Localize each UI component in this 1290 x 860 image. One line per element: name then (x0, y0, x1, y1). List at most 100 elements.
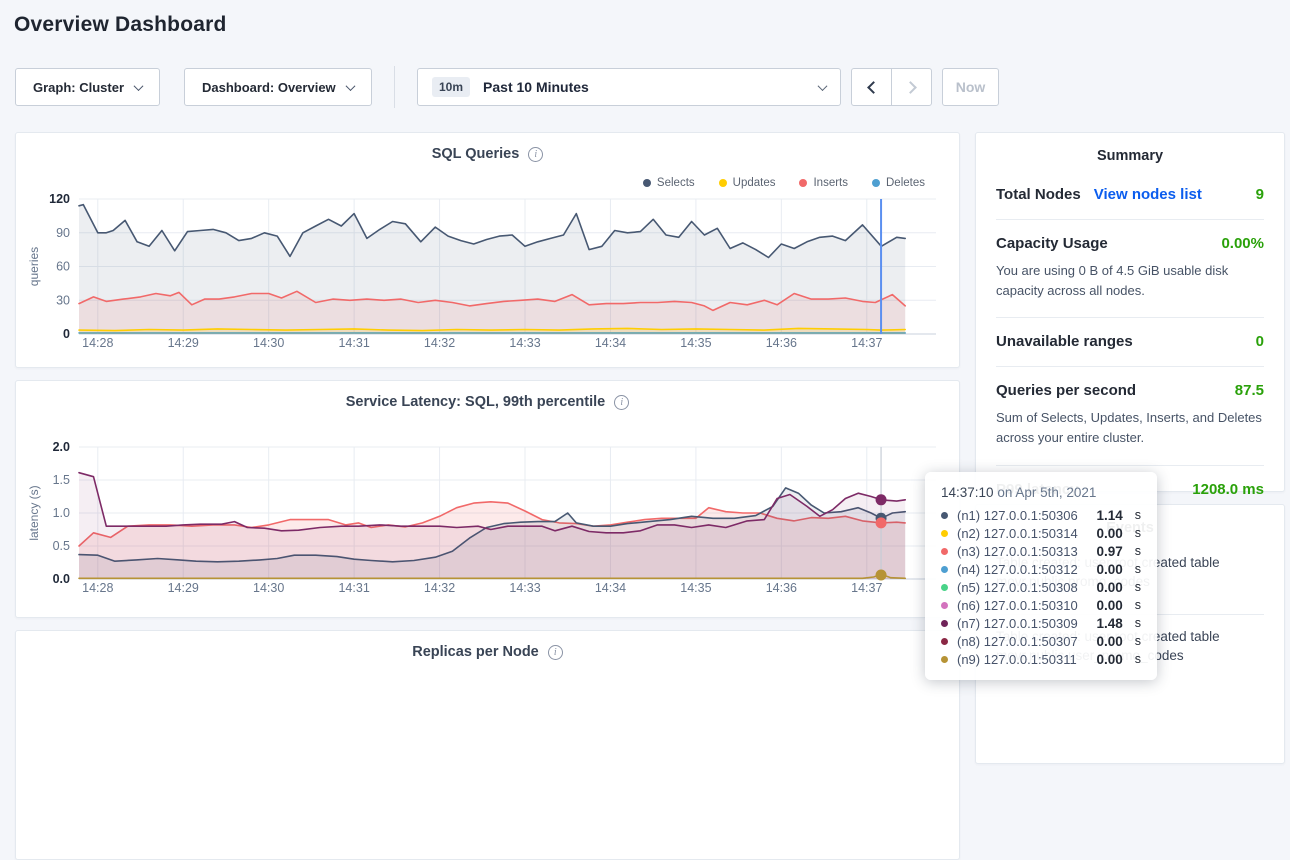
node-latency-unit: s (1135, 544, 1141, 558)
node-latency-value: 0.00 (1096, 526, 1122, 541)
node-color-dot (941, 548, 948, 555)
tooltip-node-row: (n5) 127.0.0.1:503080.00s (941, 578, 1141, 596)
x-axis-tick-label: 14:28 (82, 336, 113, 350)
node-latency-value: 0.00 (1096, 634, 1122, 649)
x-axis-tick-label: 14:29 (168, 581, 199, 595)
chart-hover-tooltip: 14:37:10 on Apr 5th, 2021 (n1) 127.0.0.1… (925, 472, 1157, 680)
time-range-label: Past 10 Minutes (483, 79, 589, 95)
time-prev-button[interactable] (851, 68, 892, 106)
node-latency-unit: s (1135, 634, 1141, 648)
node-latency-value: 0.00 (1096, 562, 1122, 577)
qps-desc: Sum of Selects, Updates, Inserts, and De… (996, 408, 1264, 448)
graph-dropdown[interactable]: Graph: Cluster (15, 68, 160, 106)
chevron-down-icon (818, 81, 828, 91)
summary-panel: Summary Total Nodes View nodes list 9 Ca… (975, 132, 1285, 492)
service-latency-title-row: Service Latency: SQL, 99th percentile (16, 381, 959, 410)
tooltip-node-row: (n8) 127.0.0.1:50307 0.00 s (941, 632, 1141, 650)
legend-dot (643, 179, 651, 187)
y-axis-tick-label: 1.0 (53, 506, 70, 520)
sql-queries-chart[interactable]: 030609012014:2814:2914:3014:3114:3214:33… (16, 189, 961, 364)
time-next-button-disabled[interactable] (891, 68, 932, 106)
tooltip-node-row: (n4) 127.0.0.1:503120.00s (941, 560, 1141, 578)
x-axis-tick-label: 14:30 (253, 581, 284, 595)
info-icon[interactable] (528, 147, 543, 162)
node-latency-value: 1.14 (1096, 508, 1122, 523)
info-icon[interactable] (614, 395, 629, 410)
node-color-dot (941, 512, 948, 519)
tooltip-node-row: (n2) 127.0.0.1:50314 0.00 s (941, 524, 1141, 542)
info-icon[interactable] (548, 645, 563, 660)
tooltip-node-row: (n9) 127.0.0.1:503110.00s (941, 650, 1141, 668)
legend-label: Selects (657, 177, 695, 189)
capacity-desc: You are using 0 B of 4.5 GiB usable disk… (996, 261, 1264, 301)
node-address: (n4) 127.0.0.1:50312 (957, 562, 1087, 577)
node-latency-unit: s (1135, 526, 1141, 540)
graph-dropdown-label: Graph: Cluster (33, 80, 124, 95)
summary-row-capacity: Capacity Usage 0.00% You are using 0 B o… (996, 220, 1264, 318)
view-nodes-list-link[interactable]: View nodes list (1094, 186, 1202, 203)
replicas-title: Replicas per Node (412, 644, 539, 660)
unavailable-ranges-value: 0 (1256, 333, 1264, 350)
service-latency-title: Service Latency: SQL, 99th percentile (346, 394, 606, 410)
x-axis-tick-label: 14:36 (766, 581, 797, 595)
time-nav-arrows (851, 68, 932, 106)
legend-item-updates: Updates (719, 177, 776, 189)
sql-queries-title-row: SQL Queries (16, 133, 959, 162)
sql-queries-title: SQL Queries (432, 146, 520, 162)
chevron-down-icon (345, 81, 355, 91)
p99-value: 1208.0 ms (1192, 481, 1264, 498)
tooltip-node-row: (n3) 127.0.0.1:503130.97s (941, 542, 1141, 560)
hover-data-point (876, 570, 887, 581)
service-latency-chart[interactable]: 0.00.51.01.52.014:2814:2914:3014:3114:32… (16, 437, 961, 612)
x-axis-tick-label: 14:33 (509, 336, 540, 350)
y-axis-title: queries (27, 247, 41, 286)
dashboard-dropdown-label: Dashboard: Overview (202, 80, 336, 95)
node-color-dot (941, 566, 948, 573)
node-color-dot (941, 656, 948, 663)
tooltip-timestamp: 14:37:10 on Apr 5th, 2021 (941, 485, 1141, 500)
x-axis-tick-label: 14:32 (424, 336, 455, 350)
tooltip-node-row: (n6) 127.0.0.1:503100.00s (941, 596, 1141, 614)
node-address: (n5) 127.0.0.1:50308 (957, 580, 1087, 595)
y-axis-tick-label: 0.5 (53, 539, 70, 553)
capacity-label: Capacity Usage (996, 235, 1108, 252)
y-axis-tick-label: 120 (49, 192, 70, 206)
node-latency-value: 1.48 (1096, 616, 1122, 631)
now-button-disabled[interactable]: Now (942, 68, 999, 106)
chevron-right-icon (904, 81, 917, 94)
legend-label: Updates (733, 177, 776, 189)
node-color-dot (941, 584, 948, 591)
node-address: (n2) 127.0.0.1:50314 (957, 526, 1087, 541)
x-axis-tick-label: 14:37 (851, 581, 882, 595)
node-latency-value: 0.00 (1096, 580, 1122, 595)
x-axis-tick-label: 14:32 (424, 581, 455, 595)
hover-data-point (876, 494, 887, 505)
node-latency-unit: s (1135, 508, 1141, 522)
node-color-dot (941, 620, 948, 627)
x-axis-tick-label: 14:31 (338, 336, 369, 350)
node-address: (n3) 127.0.0.1:50313 (957, 544, 1087, 559)
y-axis-tick-label: 90 (56, 226, 70, 240)
dashboard-dropdown[interactable]: Dashboard: Overview (184, 68, 372, 106)
tooltip-rows: (n1) 127.0.0.1:503061.14s(n2) 127.0.0.1:… (941, 506, 1141, 668)
node-latency-unit: s (1135, 652, 1141, 666)
node-color-dot (941, 602, 948, 609)
chevron-down-icon (134, 81, 144, 91)
x-axis-tick-label: 14:28 (82, 581, 113, 595)
node-address: (n8) 127.0.0.1:50307 (957, 634, 1087, 649)
summary-row-total-nodes: Total Nodes View nodes list 9 (996, 171, 1264, 220)
legend-label: Inserts (813, 177, 848, 189)
qps-label: Queries per second (996, 382, 1136, 399)
y-axis-tick-label: 30 (56, 293, 70, 307)
tooltip-node-row: (n1) 127.0.0.1:50306 1.14 s (941, 506, 1141, 524)
node-latency-value: 0.00 (1096, 598, 1122, 613)
hover-data-point (876, 517, 887, 528)
y-axis-tick-label: 0 (63, 327, 70, 341)
node-address: (n1) 127.0.0.1:50306 (957, 508, 1087, 523)
node-latency-value: 0.00 (1096, 652, 1122, 667)
x-axis-tick-label: 14:31 (338, 581, 369, 595)
x-axis-tick-label: 14:35 (680, 581, 711, 595)
time-range-selector[interactable]: 10m Past 10 Minutes (417, 68, 841, 106)
x-axis-tick-label: 14:35 (680, 336, 711, 350)
replicas-per-node-panel: Replicas per Node (15, 630, 960, 860)
